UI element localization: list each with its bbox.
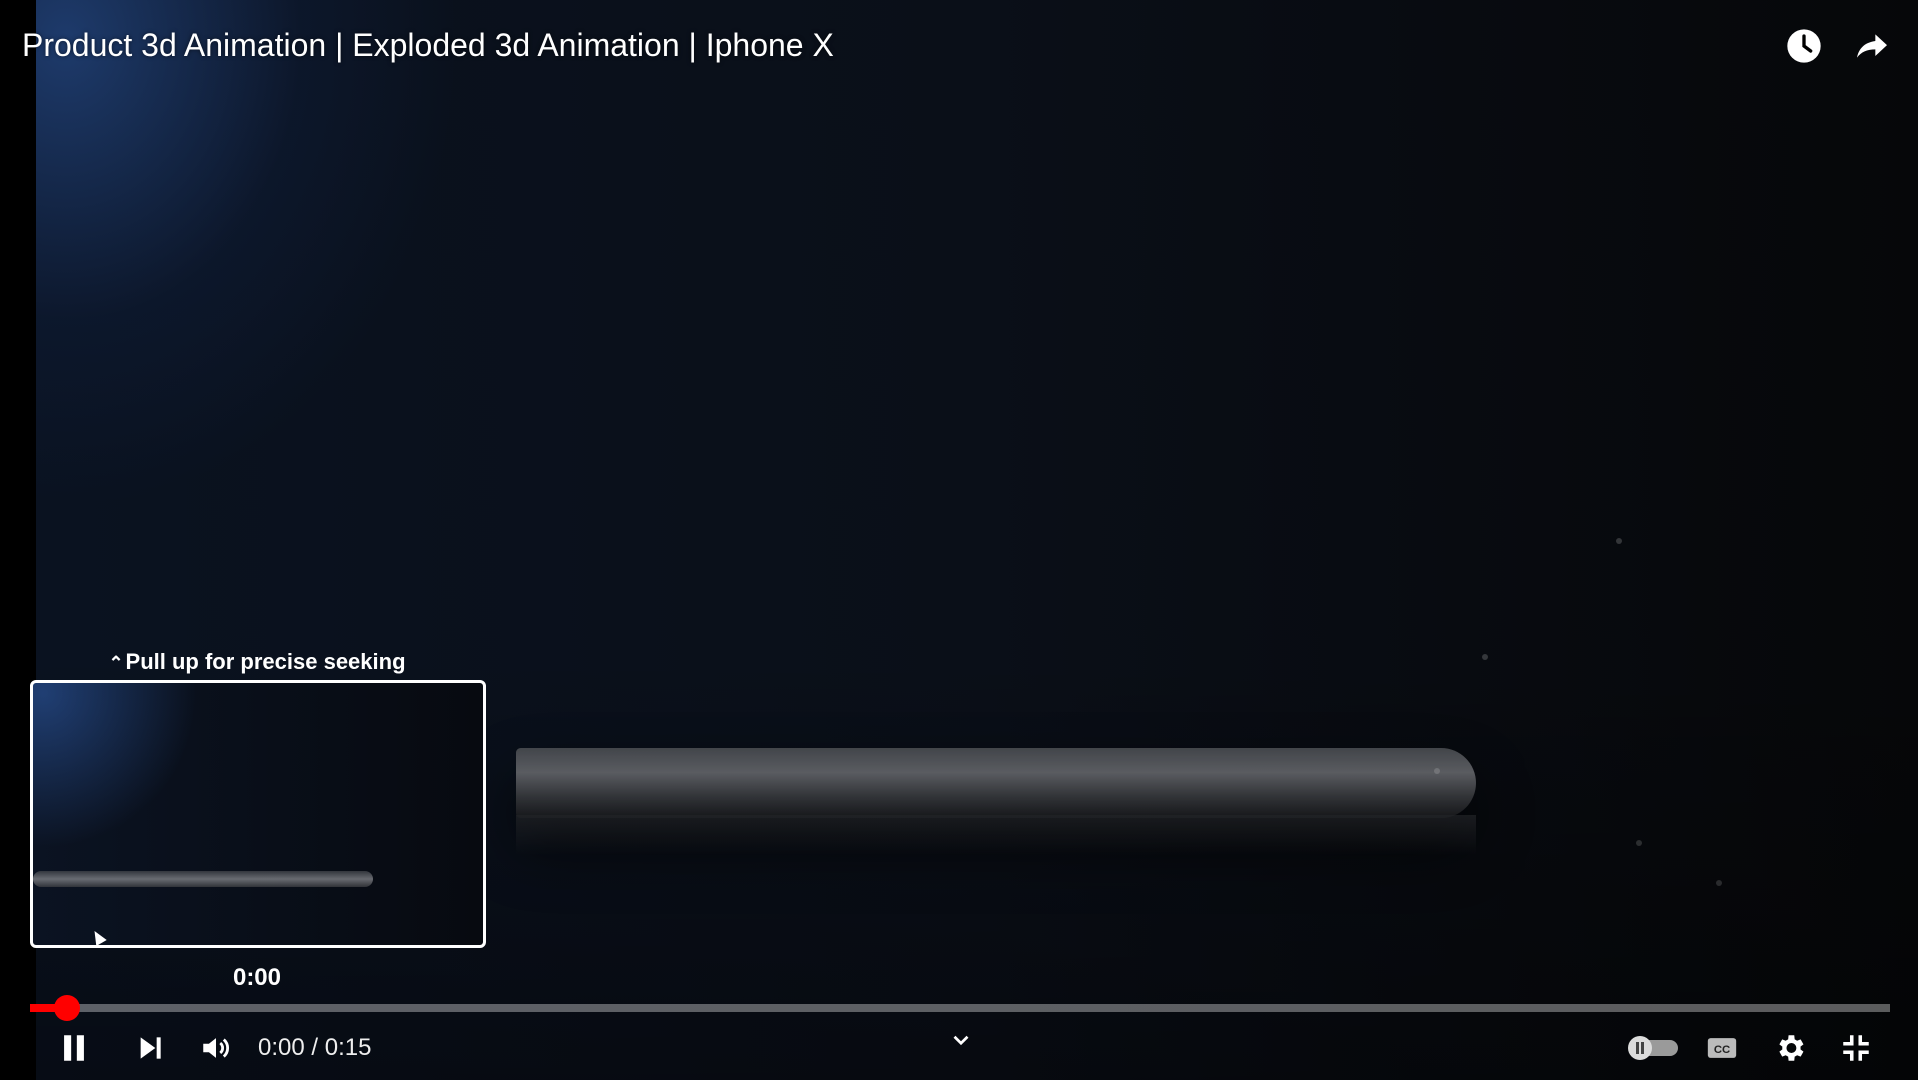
svg-text:CC: CC [1714, 1044, 1730, 1056]
current-time: 0:00 [258, 1034, 305, 1061]
collapse-button[interactable] [933, 1012, 989, 1068]
player-controls: 0:00 / 0:15 CC [0, 1020, 1918, 1076]
captions-button[interactable]: CC [1694, 1020, 1750, 1076]
progress-bar[interactable] [30, 995, 1890, 1021]
particle [1636, 840, 1642, 846]
gear-icon [1779, 1035, 1804, 1061]
phone-render [516, 748, 1476, 818]
autoplay-toggle[interactable] [1622, 1020, 1682, 1076]
clock-icon [1787, 29, 1821, 63]
particle [1434, 768, 1440, 774]
particle [1482, 654, 1488, 660]
video-player[interactable]: Product 3d Animation | Exploded 3d Anima… [0, 0, 1918, 1080]
pause-icon [64, 1035, 84, 1061]
double-chevron-up-icon: ⌃ [108, 653, 124, 673]
next-button[interactable] [122, 1020, 178, 1076]
scrubber-handle[interactable] [54, 995, 81, 1021]
chevron-down-icon [953, 1035, 969, 1046]
seek-preview-time: 0:00 [232, 964, 282, 991]
time-display: 0:00 / 0:15 [258, 1020, 371, 1076]
phone-shadow [516, 815, 1476, 855]
share-button[interactable] [1848, 22, 1896, 70]
exit-fullscreen-icon [1843, 1035, 1869, 1061]
settings-button[interactable] [1762, 1020, 1818, 1076]
volume-button[interactable] [188, 1020, 244, 1076]
pause-button[interactable] [46, 1020, 102, 1076]
particle [1716, 880, 1722, 886]
particle [1616, 538, 1622, 544]
cc-icon: CC [1707, 1038, 1737, 1058]
volume-icon [203, 1038, 229, 1058]
skip-next-icon [140, 1037, 161, 1059]
precise-seek-hint-label: Pull up for precise seeking [125, 649, 406, 674]
share-arrow-icon [1857, 34, 1887, 58]
seek-preview-thumbnail [30, 680, 486, 948]
preview-phone-render [33, 871, 373, 887]
time-separator: / [304, 1034, 325, 1061]
precise-seek-hint: ⌃Pull up for precise seeking [30, 648, 484, 677]
watch-later-button[interactable] [1780, 22, 1828, 70]
exit-fullscreen-button[interactable] [1828, 1020, 1884, 1076]
duration: 0:15 [324, 1034, 372, 1061]
autoplay-toggle-icon [1628, 1036, 1678, 1060]
video-title[interactable]: Product 3d Animation | Exploded 3d Anima… [22, 24, 834, 66]
